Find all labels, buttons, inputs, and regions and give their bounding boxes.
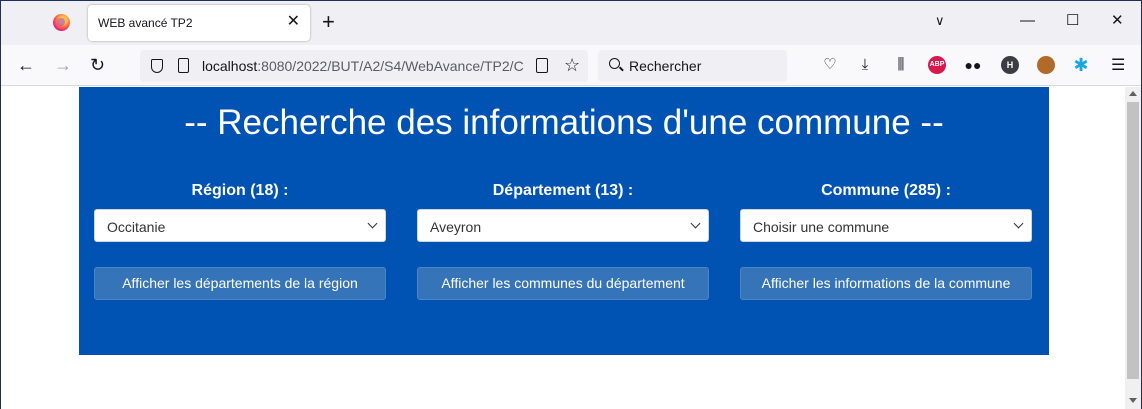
show-communes-button[interactable]: Afficher les communes du département [417, 267, 709, 300]
forward-icon[interactable]: → [54, 54, 72, 76]
pocket-icon[interactable]: ♡ [821, 56, 839, 74]
browser-window: WEB avancé TP2 ✕ + ∨ — ☐ ✕ ← → ↻ localho… [0, 0, 1142, 409]
tab-close-icon[interactable]: ✕ [287, 14, 300, 30]
cookie-extension-icon[interactable] [1037, 56, 1055, 74]
chevron-down-icon [367, 218, 378, 229]
downloads-icon[interactable]: ⤓ [856, 56, 874, 74]
region-select-value: Occitanie [107, 219, 166, 235]
url-text[interactable]: localhost:8080/2022/BUT/A2/S4/WebAvance/… [202, 58, 524, 74]
department-select[interactable]: Aveyron [417, 209, 709, 242]
reader-view-icon[interactable] [536, 58, 548, 73]
maximize-icon[interactable]: ☐ [1066, 11, 1079, 31]
search-placeholder: Rechercher [629, 58, 702, 74]
tab-strip: WEB avancé TP2 ✕ + ∨ — ☐ ✕ [1, 1, 1141, 45]
minimize-icon[interactable]: — [1020, 11, 1035, 31]
close-window-icon[interactable]: ✕ [1111, 11, 1124, 31]
tab-active[interactable]: WEB avancé TP2 ✕ [88, 5, 310, 41]
chevron-down-icon [1013, 218, 1024, 229]
search-panel: -- Recherche des informations d'une comm… [79, 87, 1049, 355]
department-label: Département (13) : [492, 182, 634, 199]
reload-icon[interactable]: ↻ [90, 54, 105, 76]
scroll-down-icon[interactable] [1129, 398, 1137, 403]
library-icon[interactable]: ⫼ [892, 56, 910, 74]
department-select-value: Aveyron [430, 219, 482, 235]
show-commune-info-button[interactable]: Afficher les informations de la commune [740, 267, 1032, 300]
menu-icon[interactable]: ☰ [1111, 55, 1125, 75]
url-host: localhost [202, 58, 258, 74]
page-title: -- Recherche des informations d'une comm… [184, 103, 944, 142]
commune-select-value: Choisir une commune [753, 219, 890, 235]
commune-label: Commune (285) : [821, 182, 951, 199]
scroll-thumb[interactable] [1127, 102, 1139, 379]
back-icon[interactable]: ← [17, 54, 35, 76]
adblock-icon[interactable]: ABP [928, 56, 946, 74]
show-departments-button[interactable]: Afficher les départements de la région [94, 267, 386, 300]
search-icon [609, 58, 620, 69]
nav-bar: ← → ↻ localhost:8080/2022/BUT/A2/S4/WebA… [1, 45, 1141, 86]
bookmark-star-icon[interactable]: ☆ [564, 55, 580, 76]
vertical-scrollbar[interactable] [1125, 87, 1141, 409]
search-bar[interactable]: Rechercher [598, 50, 787, 82]
page-content: -- Recherche des informations d'une comm… [1, 87, 1125, 409]
url-bar[interactable]: localhost:8080/2022/BUT/A2/S4/WebAvance/… [140, 50, 588, 82]
scroll-up-icon[interactable] [1129, 91, 1137, 96]
sparkle-extension-icon[interactable]: ✱ [1072, 56, 1090, 74]
new-tab-icon[interactable]: + [322, 11, 335, 33]
tab-title: WEB avancé TP2 [98, 16, 193, 30]
region-label: Région (18) : [191, 182, 289, 199]
region-select[interactable]: Occitanie [94, 209, 386, 242]
page-info-icon[interactable] [178, 58, 189, 73]
firefox-logo-icon [53, 14, 70, 31]
commune-select[interactable]: Choisir une commune [740, 209, 1032, 242]
chevron-down-icon [690, 218, 701, 229]
url-path: :8080/2022/BUT/A2/S4/WebAvance/TP2/Co [257, 58, 524, 74]
h-extension-icon[interactable]: H [1001, 56, 1019, 74]
tab-list-chevron-icon[interactable]: ∨ [935, 13, 945, 29]
shield-icon[interactable] [151, 59, 163, 73]
extension-dots-icon[interactable]: ●● [964, 56, 982, 74]
